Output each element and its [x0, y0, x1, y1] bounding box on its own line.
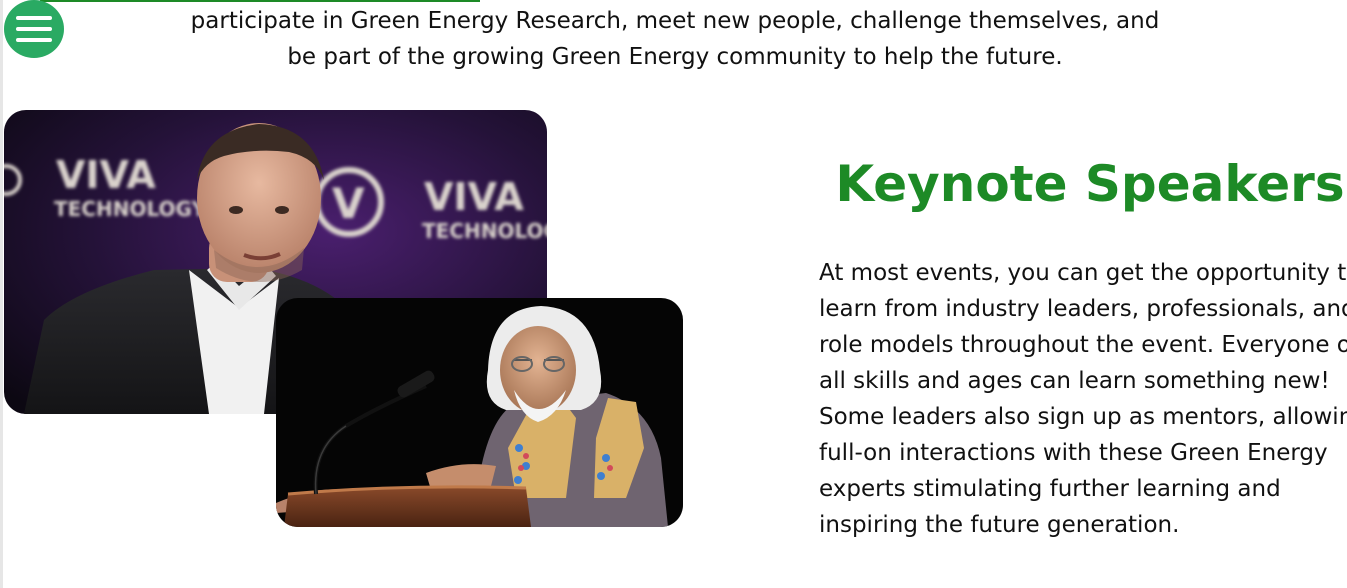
intro-line-2: be part of the growing Green Energy comm…: [287, 44, 1063, 70]
top-accent-line: [40, 0, 480, 2]
section-title-keynote-speakers: Keynote Speakers: [835, 155, 1345, 213]
menu-bar: [16, 38, 52, 42]
intro-line-1: participate in Green Energy Research, me…: [190, 8, 1160, 34]
page: participate in Green Energy Research, me…: [0, 0, 1347, 588]
intro-text: participate in Green Energy Research, me…: [150, 3, 1200, 75]
backdrop-text: TECHNOLOGY: [422, 219, 547, 243]
speaker-photo-podium: [276, 298, 683, 527]
section-body-text: At most events, you can get the opportun…: [819, 260, 1347, 538]
menu-bar: [16, 16, 52, 20]
left-border: [0, 0, 3, 588]
hamburger-menu-icon: [16, 16, 52, 42]
backdrop-text: TECHNOLOGY: [54, 197, 206, 221]
speaker-photo-podium-image: [276, 298, 683, 527]
hamburger-menu-button[interactable]: [4, 0, 64, 58]
backdrop-logo: V: [332, 179, 365, 228]
menu-bar: [16, 27, 52, 31]
backdrop-text: VIVA: [424, 175, 524, 219]
backdrop-text: VIVA: [56, 153, 156, 197]
